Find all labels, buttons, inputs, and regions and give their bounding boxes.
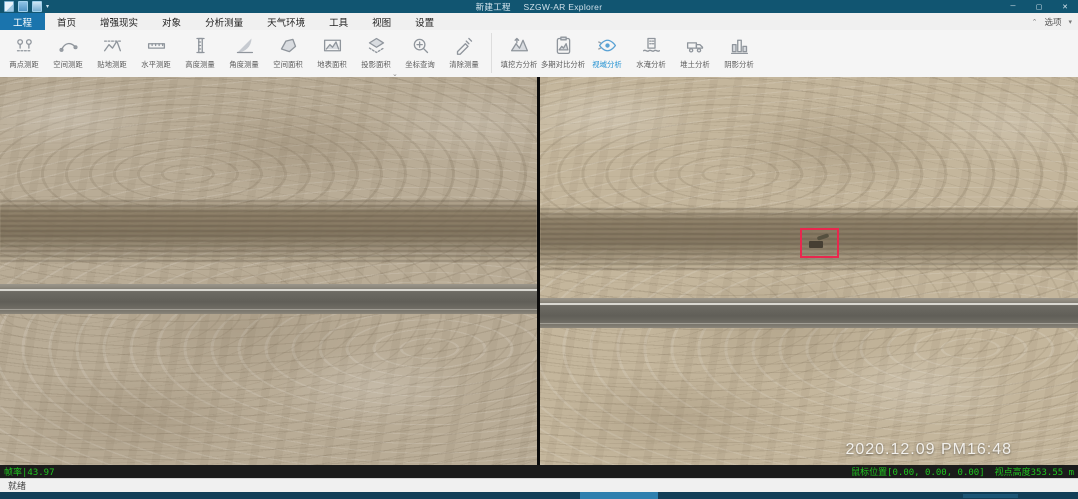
- ready-status-text: 就绪: [8, 479, 26, 492]
- toolbar-item-terrain-distance[interactable]: 贴地测距: [90, 30, 134, 70]
- toolbar-item-two-point-distance[interactable]: 两点测距: [2, 30, 46, 70]
- disturbed-ground-band: [0, 200, 537, 262]
- terrain-distance-icon: [102, 34, 123, 56]
- toolbar-item-earthwork-analysis[interactable]: 堆土分析: [673, 30, 717, 70]
- menu-item-settings[interactable]: 设置: [403, 13, 446, 30]
- cut-fill-analysis-icon: [509, 34, 530, 56]
- viewport-status-strip: 帧率|43.97 鼠标位置[0.00, 0.00, 0.00] 视点高度353.…: [0, 465, 1078, 478]
- toolbar-item-shadow-analysis[interactable]: 阴影分析: [717, 30, 761, 70]
- toolbar-item-label: 两点测距: [9, 59, 38, 69]
- angle-measure-icon: [234, 34, 255, 56]
- toolbar-item-label: 空间测距: [53, 59, 82, 69]
- toolbar-item-label: 角度测量: [229, 59, 258, 69]
- menu-bar: 工程 首页 增强现实 对象 分析测量 天气环境 工具 视图 设置 ⌃ 选项 ▾: [0, 13, 1078, 31]
- ribbon-toolbar: 两点测距 空间测距 贴地测距 水平测距 高度测量 角度测量: [0, 30, 1078, 78]
- window-controls: ─ ▢ ✕: [1000, 0, 1078, 13]
- aerial-image-later: 2020.12.09 PM16:48: [540, 77, 1078, 465]
- shadow-analysis-icon: [729, 34, 750, 56]
- spatial-distance-icon: [58, 34, 79, 56]
- toolbar-item-label: 坐标查询: [405, 59, 434, 69]
- quick-access-toolbar: ▾: [0, 1, 49, 12]
- toolbar-item-viewshed-analysis[interactable]: 视域分析: [585, 30, 629, 70]
- title-bar: ▾ 新建工程 SZGW-AR Explorer ─ ▢ ✕: [0, 0, 1078, 13]
- spatial-area-icon: [278, 34, 299, 56]
- toolbar-item-multi-period-compare[interactable]: 多期对比分析: [541, 30, 585, 70]
- two-point-distance-icon: [14, 34, 35, 56]
- menu-item-analysis-measure[interactable]: 分析测量: [193, 13, 255, 30]
- road: [540, 298, 1078, 328]
- taskbar-active-app[interactable]: [580, 492, 658, 499]
- coordinate-query-icon: [410, 34, 431, 56]
- toolbar-item-angle-measure[interactable]: 角度测量: [222, 30, 266, 70]
- toolbar-item-clear-measure[interactable]: 清除测量: [442, 30, 486, 70]
- collapse-ribbon-icon[interactable]: ⌃: [1032, 18, 1038, 26]
- flood-analysis-icon: [641, 34, 662, 56]
- toolbar-item-cut-fill-analysis[interactable]: 填挖方分析: [497, 30, 541, 70]
- toolbar-item-label: 地表面积: [317, 59, 346, 69]
- toolbar-item-label: 填挖方分析: [501, 59, 538, 69]
- image-timestamp: 2020.12.09 PM16:48: [845, 441, 1012, 459]
- view-height-readout: 视点高度353.55 m: [995, 465, 1074, 478]
- toolbar-item-label: 堆土分析: [680, 59, 709, 69]
- maximize-button[interactable]: ▢: [1026, 0, 1052, 13]
- taskbar-tray[interactable]: [963, 494, 1018, 498]
- menu-item-objects[interactable]: 对象: [150, 13, 193, 30]
- window-title: 新建工程 SZGW-AR Explorer: [0, 1, 1078, 13]
- height-measure-icon: [190, 34, 211, 56]
- toolbar-item-label: 投影面积: [361, 59, 390, 69]
- map-viewer: 2020.12.09 PM16:48: [0, 77, 1078, 465]
- toolbar-item-flood-analysis[interactable]: 水淹分析: [629, 30, 673, 70]
- projected-area-icon: [366, 34, 387, 56]
- toolbar-item-label: 贴地测距: [97, 59, 126, 69]
- surface-area-icon: [322, 34, 343, 56]
- viewshed-analysis-icon: [597, 34, 618, 56]
- compare-panel-earlier[interactable]: [0, 77, 537, 465]
- menu-item-project[interactable]: 工程: [0, 13, 45, 30]
- toolbar-item-label: 阴影分析: [724, 59, 753, 69]
- project-title: 新建工程: [476, 2, 511, 12]
- application-window: ▾ 新建工程 SZGW-AR Explorer ─ ▢ ✕ 工程 首页 增强现实…: [0, 0, 1078, 499]
- fps-readout: 帧率|43.97: [4, 465, 55, 478]
- toolbar-item-spatial-area[interactable]: 空间面积: [266, 30, 310, 70]
- toolbar-item-label: 高度测量: [185, 59, 214, 69]
- toolbar-group-divider: [491, 33, 492, 73]
- options-button[interactable]: 选项: [1044, 16, 1061, 28]
- road: [0, 284, 537, 314]
- menu-item-view[interactable]: 视图: [360, 13, 403, 30]
- toolbar-item-surface-area[interactable]: 地表面积: [310, 30, 354, 70]
- change-detection-annotation-box: [800, 228, 839, 258]
- toolbar-item-label: 清除测量: [449, 59, 478, 69]
- menu-item-home[interactable]: 首页: [45, 13, 88, 30]
- aerial-image-earlier: [0, 77, 537, 465]
- toolbar-item-spatial-distance[interactable]: 空间测距: [46, 30, 90, 70]
- mouse-position-readout: 鼠标位置[0.00, 0.00, 0.00]: [851, 465, 985, 478]
- toolbar-item-horizontal-distance[interactable]: 水平测距: [134, 30, 178, 70]
- clear-measure-icon: [454, 34, 475, 56]
- menu-item-weather-env[interactable]: 天气环境: [255, 13, 317, 30]
- toolbar-item-projected-area[interactable]: 投影面积: [354, 30, 398, 70]
- new-project-icon[interactable]: [4, 1, 14, 12]
- quick-access-dropdown-icon[interactable]: ▾: [46, 3, 49, 10]
- toolbar-item-label: 水淹分析: [636, 59, 665, 69]
- menu-item-tools[interactable]: 工具: [317, 13, 360, 30]
- earthwork-analysis-icon: [685, 34, 706, 56]
- toolbar-item-height-measure[interactable]: 高度测量: [178, 30, 222, 70]
- toolbar-item-label: 多期对比分析: [541, 59, 585, 69]
- multi-period-compare-icon: [553, 34, 574, 56]
- options-dropdown-icon[interactable]: ▾: [1068, 18, 1072, 26]
- minimize-button[interactable]: ─: [1000, 0, 1026, 13]
- open-project-icon[interactable]: [18, 1, 28, 12]
- os-taskbar-edge[interactable]: [0, 492, 1078, 499]
- toolbar-item-label: 水平测距: [141, 59, 170, 69]
- app-title: SZGW-AR Explorer: [524, 2, 603, 12]
- toolbar-item-coordinate-query[interactable]: 坐标查询: [398, 30, 442, 70]
- compare-panel-later[interactable]: 2020.12.09 PM16:48: [540, 77, 1078, 465]
- close-button[interactable]: ✕: [1052, 0, 1078, 13]
- save-project-icon[interactable]: [32, 1, 42, 12]
- status-bar: 就绪: [0, 478, 1078, 492]
- toolbar-item-label: 视域分析: [592, 59, 621, 69]
- horizontal-distance-icon: [146, 34, 167, 56]
- menu-item-ar[interactable]: 增强现实: [88, 13, 150, 30]
- toolbar-item-label: 空间面积: [273, 59, 302, 69]
